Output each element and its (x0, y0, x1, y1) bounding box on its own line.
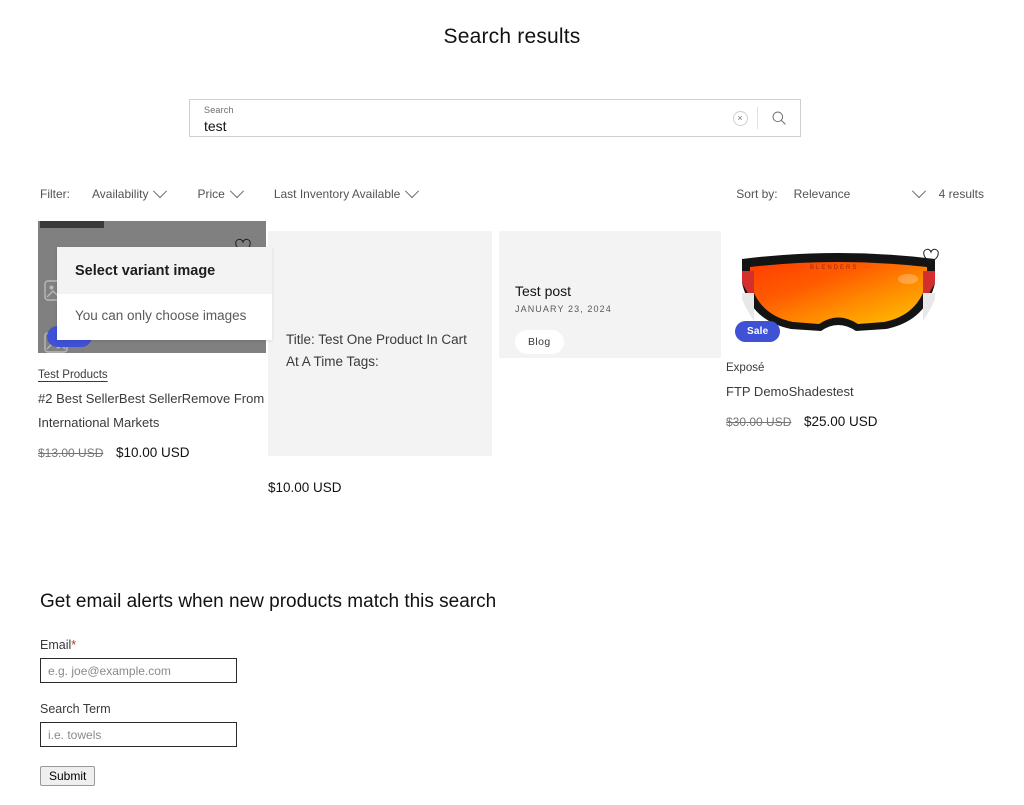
required-mark: * (71, 638, 77, 652)
dialog-title: Select variant image (57, 247, 272, 294)
product-image-placeholder[interactable]: Title: Test One Product In Cart At A Tim… (268, 231, 492, 456)
select-variant-image-dialog[interactable]: Select variant image You can only choose… (57, 247, 272, 340)
article-title[interactable]: Test post (515, 283, 612, 299)
price-original: $13.00 USD (38, 446, 104, 460)
email-alert-heading: Get email alerts when new products match… (40, 591, 497, 612)
results-grid: Sale Test Products #2 Best SellerBest Se… (0, 25, 1024, 545)
article-image-placeholder[interactable]: Test post JANUARY 23, 2024 Blog (499, 231, 721, 358)
price-row: $10.00 USD (268, 480, 492, 495)
article-tag-badge[interactable]: Blog (515, 330, 564, 354)
product-title[interactable]: #2 Best SellerBest SellerRemove From Int… (38, 387, 266, 435)
article-date: JANUARY 23, 2024 (515, 304, 612, 314)
svg-text:BLENDERS: BLENDERS (810, 265, 858, 271)
price-original: $30.00 USD (726, 415, 792, 429)
submit-button[interactable]: Submit (40, 766, 96, 786)
price-current: $10.00 USD (268, 480, 342, 495)
price-row: $13.00 USD $10.00 USD (38, 445, 266, 460)
product-vendor[interactable]: Exposé (726, 362, 950, 374)
dialog-message: You can only choose images (57, 294, 272, 340)
product-vendor[interactable]: Test Products (38, 369, 266, 381)
sale-badge: Sale (735, 321, 781, 342)
product-placeholder-title: Title: Test One Product In Cart At A Tim… (286, 332, 467, 369)
email-field-label: Email* (40, 638, 76, 652)
email-label-text: Email (40, 638, 72, 652)
price-sale: $25.00 USD (804, 414, 878, 429)
heart-icon[interactable] (922, 247, 940, 265)
search-term-field[interactable] (40, 722, 237, 747)
price-row: $30.00 USD $25.00 USD (726, 414, 950, 429)
product-title[interactable]: FTP DemoShadestest (726, 380, 950, 404)
price-sale: $10.00 USD (116, 445, 190, 460)
email-field[interactable] (40, 658, 237, 683)
search-term-field-label: Search Term (40, 702, 111, 716)
